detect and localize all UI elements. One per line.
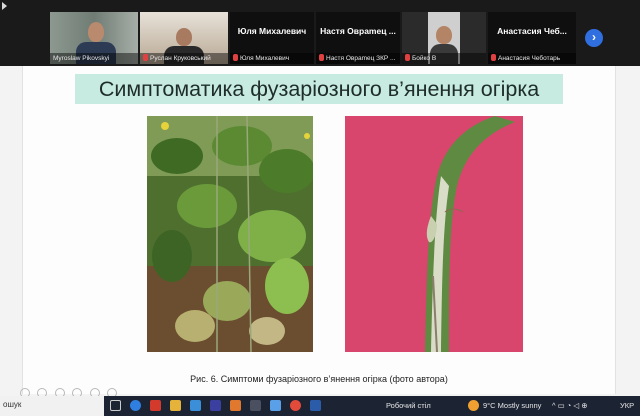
chevron-right-icon: › xyxy=(592,30,596,44)
desktop-label[interactable]: Робочий стіл xyxy=(386,401,431,410)
shared-screen: Симптоматика фузаріозного в’янення огірк… xyxy=(0,66,640,398)
presentation-slide: Симптоматика фузаріозного в’янення огірк… xyxy=(22,66,616,394)
participant-label: Myroslaw Pikovskyi xyxy=(50,53,138,64)
chrome-icon[interactable] xyxy=(290,400,301,411)
participant-label: Анастасия Чеботарь xyxy=(488,53,576,64)
participant-tile[interactable]: Myroslaw Pikovskyi xyxy=(50,12,138,64)
participant-strip: Myroslaw Pikovskyi Руслан Круковський Юл… xyxy=(0,0,640,66)
edge-browser-icon[interactable] xyxy=(130,400,141,411)
photo-wilted-stem xyxy=(345,116,523,352)
participant-label: Руслан Круковський xyxy=(140,53,228,64)
participant-tile[interactable]: Руслан Круковський xyxy=(140,12,228,64)
next-participants-button[interactable]: › xyxy=(585,29,603,47)
mic-muted-icon xyxy=(405,54,410,61)
photo-cucumber-plants-image xyxy=(147,116,313,352)
app-icon-gray[interactable] xyxy=(250,400,261,411)
participant-tile[interactable]: Юля Михалевич Юля Михалевич xyxy=(230,12,314,64)
mic-muted-icon xyxy=(491,54,496,61)
store-icon[interactable] xyxy=(190,400,201,411)
participant-tile[interactable]: Настя Овраmец ... Настя Овраmец ЗКР ... xyxy=(316,12,400,64)
participant-tile[interactable]: Бойко В xyxy=(402,12,486,64)
acrobat-icon[interactable] xyxy=(150,400,161,411)
participant-face xyxy=(436,26,452,44)
participant-name: Анастасия Чеб... xyxy=(497,26,567,36)
file-explorer-icon[interactable] xyxy=(170,400,181,411)
app-icon-orange[interactable] xyxy=(230,400,241,411)
taskbar: ошук Робочий стіл 9°C Mostly sunny ^ ▭ ◔… xyxy=(0,396,640,416)
language-indicator[interactable]: УКР xyxy=(620,401,634,410)
app-icon-purple[interactable] xyxy=(210,400,221,411)
participant-tile[interactable]: Анастасия Чеб... Анастасия Чеботарь xyxy=(488,12,576,64)
taskbar-search-box[interactable]: ошук xyxy=(0,396,104,416)
word-icon[interactable] xyxy=(310,400,321,411)
participant-label: Бойко В xyxy=(402,53,486,64)
zoom-app-icon[interactable] xyxy=(270,400,281,411)
mic-muted-icon xyxy=(319,54,324,61)
photo-cucumber-plants xyxy=(147,116,313,352)
participant-face xyxy=(176,28,192,46)
slide-navigation-controls xyxy=(20,385,120,398)
mic-muted-icon xyxy=(143,54,148,61)
slide-caption: Рис. 6. Симптоми фузаріозного в’янення о… xyxy=(190,374,448,384)
participant-face xyxy=(88,22,104,42)
task-view-icon[interactable] xyxy=(110,400,121,411)
slide-title: Симптоматика фузаріозного в’янення огірк… xyxy=(75,74,563,104)
weather-sun-icon xyxy=(468,400,479,411)
window-corner-marker xyxy=(2,2,7,10)
taskbar-search-text: ошук xyxy=(3,400,22,409)
mic-muted-icon xyxy=(233,54,238,61)
participant-label: Настя Овраmец ЗКР ... xyxy=(316,53,400,64)
participant-name: Настя Овраmец ... xyxy=(320,26,396,36)
system-tray-icons[interactable]: ^ ▭ ◔ ◁ ⊕ xyxy=(552,401,588,410)
participant-name: Юля Михалевич xyxy=(237,26,307,36)
weather-text[interactable]: 9°C Mostly sunny xyxy=(483,401,541,410)
photo-wilted-stem-image xyxy=(345,116,523,352)
participant-label: Юля Михалевич xyxy=(230,53,314,64)
